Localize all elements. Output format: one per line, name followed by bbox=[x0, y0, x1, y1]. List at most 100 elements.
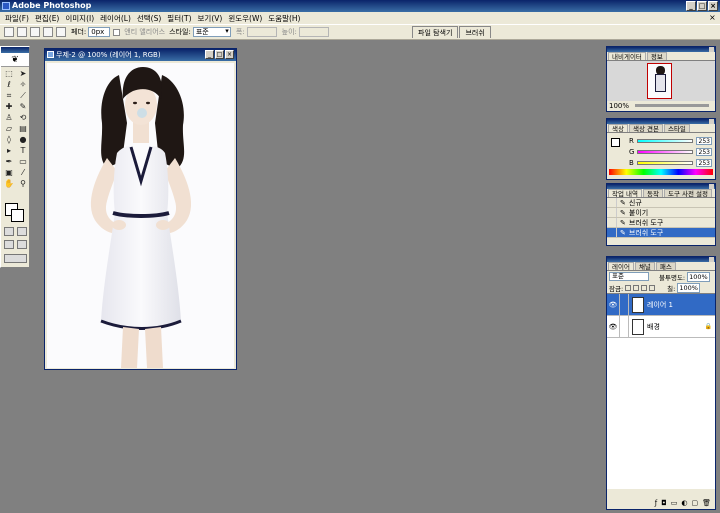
intersect-selection-icon[interactable] bbox=[56, 27, 66, 37]
marquee-tool-preset-icon[interactable] bbox=[4, 27, 14, 37]
hand-tool-icon[interactable]: ✋ bbox=[3, 179, 15, 189]
blur-tool-icon[interactable]: ◊ bbox=[3, 135, 15, 145]
layer-row[interactable]: 👁 배경 🔒 bbox=[607, 316, 715, 338]
channel-slider[interactable] bbox=[637, 149, 693, 154]
color-palette-title-bar[interactable] bbox=[607, 119, 715, 124]
document-maximize-button[interactable]: □ bbox=[215, 50, 224, 59]
tab-layer-tabs-2[interactable]: 패스 bbox=[655, 262, 676, 271]
slice-tool-icon[interactable]: ⟋ bbox=[17, 91, 29, 101]
new-selection-icon[interactable] bbox=[17, 27, 27, 37]
channel-slider[interactable] bbox=[637, 138, 693, 143]
tab-navigator[interactable]: 내비게이터 bbox=[608, 52, 646, 61]
standard-screen-mode-icon[interactable] bbox=[4, 240, 14, 249]
subtract-selection-icon[interactable] bbox=[43, 27, 53, 37]
notes-tool-icon[interactable]: ▣ bbox=[3, 168, 15, 178]
tab-layer-tabs-1[interactable]: 채널 bbox=[634, 262, 655, 271]
tab-history-tabs-2[interactable]: 도구 사전 설정 bbox=[663, 189, 712, 198]
channel-value-input[interactable]: 253 bbox=[696, 147, 712, 156]
layer-row[interactable]: 👁 레이어 1 bbox=[607, 294, 715, 316]
navigator-zoom-value[interactable]: 100% bbox=[609, 102, 629, 110]
close-button[interactable]: × bbox=[708, 1, 718, 11]
navigator-view-box[interactable] bbox=[647, 63, 672, 99]
layers-palette-title-bar[interactable] bbox=[607, 257, 715, 262]
healing-brush-tool-icon[interactable]: ✚ bbox=[3, 102, 15, 112]
type-tool-icon[interactable]: T bbox=[17, 146, 29, 156]
layer-mask-icon[interactable]: ◘ bbox=[661, 499, 667, 508]
opacity-input[interactable]: 100% bbox=[687, 271, 710, 282]
move-tool-icon[interactable]: ➤ bbox=[17, 69, 29, 79]
lasso-tool-icon[interactable]: ℓ bbox=[3, 80, 15, 90]
history-snapshot-box[interactable] bbox=[607, 228, 617, 237]
standard-mode-icon[interactable] bbox=[4, 227, 14, 236]
menu-item-1[interactable]: 편집(E) bbox=[32, 13, 62, 24]
quick-mask-mode-icon[interactable] bbox=[17, 227, 27, 236]
width-input[interactable] bbox=[246, 27, 277, 37]
tab-color-tabs-0[interactable]: 색상 bbox=[608, 124, 628, 133]
history-item[interactable]: ✎ 신규 bbox=[607, 198, 715, 208]
new-layer-icon[interactable]: ▢ bbox=[691, 499, 698, 508]
layer-link-brush-icon[interactable] bbox=[619, 316, 629, 337]
menu-item-0[interactable]: 파일(F) bbox=[2, 13, 32, 24]
channel-slider[interactable] bbox=[637, 160, 693, 165]
zoom-tool-icon[interactable]: ⚲ bbox=[17, 179, 29, 189]
menu-item-8[interactable]: 도움말(H) bbox=[265, 13, 303, 24]
color-spectrum-bar[interactable] bbox=[609, 169, 713, 175]
history-palette-title-bar[interactable] bbox=[607, 184, 715, 189]
fill-input[interactable]: 100% bbox=[677, 282, 700, 293]
maximize-button[interactable]: □ bbox=[697, 1, 707, 11]
lock-image-checkbox[interactable] bbox=[633, 284, 640, 291]
tab-layer-tabs-0[interactable]: 레이어 bbox=[608, 262, 634, 271]
history-snapshot-box[interactable] bbox=[607, 208, 617, 217]
document-close-button[interactable]: × bbox=[225, 50, 234, 59]
layer-set-icon[interactable]: ▭ bbox=[671, 499, 678, 508]
history-brush-tool-icon[interactable]: ⟲ bbox=[17, 113, 29, 123]
history-close-icon[interactable] bbox=[709, 184, 714, 189]
history-snapshot-box[interactable] bbox=[607, 218, 617, 227]
jump-to-imageready-icon[interactable] bbox=[4, 254, 27, 263]
eyedropper-tool-icon[interactable]: ⁄ bbox=[17, 168, 29, 178]
layer-visibility-eye-icon[interactable]: 👁 bbox=[607, 323, 619, 331]
height-input[interactable] bbox=[298, 27, 329, 37]
menu-item-7[interactable]: 윈도우(W) bbox=[225, 13, 265, 24]
eraser-tool-icon[interactable]: ▱ bbox=[3, 124, 15, 134]
antialias-checkbox[interactable] bbox=[113, 28, 121, 36]
full-screen-mode-icon[interactable] bbox=[17, 240, 27, 249]
background-color-swatch[interactable] bbox=[11, 209, 24, 222]
lock-transparency-checkbox[interactable] bbox=[625, 284, 632, 291]
palette-well-tab-1[interactable]: 브러쉬 bbox=[459, 26, 491, 38]
clone-stamp-tool-icon[interactable]: ♙ bbox=[3, 113, 15, 123]
image-canvas[interactable] bbox=[47, 63, 234, 368]
document-title-bar[interactable]: 무제-2 @ 100% (레이어 1, RGB) _ □ × bbox=[45, 49, 236, 61]
tab-color-tabs-2[interactable]: 스타일 bbox=[663, 124, 690, 133]
feather-input[interactable]: 0px bbox=[88, 27, 111, 37]
palette-well-tab-0[interactable]: 파일 탐색기 bbox=[412, 26, 459, 38]
pen-tool-icon[interactable]: ✒ bbox=[3, 157, 15, 167]
dodge-tool-icon[interactable]: ● bbox=[17, 135, 29, 145]
navigator-close-icon[interactable] bbox=[709, 47, 714, 52]
layer-link-brush-icon[interactable] bbox=[619, 294, 629, 315]
menu-item-6[interactable]: 보기(V) bbox=[195, 13, 226, 24]
history-item[interactable]: ✎ 붙이기 bbox=[607, 208, 715, 218]
blend-mode-select[interactable]: 표준 bbox=[609, 272, 649, 281]
tab-color-tabs-1[interactable]: 색상 견본 bbox=[628, 124, 663, 133]
feather-logo-icon[interactable]: ❦ bbox=[1, 53, 29, 67]
color-foreground-swatch[interactable] bbox=[611, 138, 620, 147]
shape-tool-icon[interactable]: ▭ bbox=[17, 157, 29, 167]
delete-layer-icon[interactable]: 🗑 bbox=[702, 499, 711, 508]
minimize-button[interactable]: _ bbox=[686, 1, 696, 11]
menu-item-4[interactable]: 선택(S) bbox=[134, 13, 164, 24]
crop-tool-icon[interactable]: ⌗ bbox=[3, 91, 15, 101]
menu-item-5[interactable]: 필터(T) bbox=[164, 13, 194, 24]
layers-close-icon[interactable] bbox=[709, 257, 714, 262]
adjustment-layer-icon[interactable]: ◐ bbox=[681, 499, 687, 508]
tab-info[interactable]: 정보 bbox=[646, 52, 667, 61]
color-close-icon[interactable] bbox=[709, 119, 714, 124]
magic-wand-tool-icon[interactable]: ✧ bbox=[17, 80, 29, 90]
channel-value-input[interactable]: 253 bbox=[696, 136, 712, 145]
menu-item-2[interactable]: 이미지(I) bbox=[62, 13, 97, 24]
document-close-icon[interactable]: × bbox=[706, 13, 716, 23]
navigator-zoom-slider[interactable] bbox=[635, 104, 709, 107]
history-item[interactable]: ✎ 브러쉬 도구 bbox=[607, 228, 715, 238]
menu-item-3[interactable]: 레이어(L) bbox=[97, 13, 134, 24]
path-selection-tool-icon[interactable]: ▸ bbox=[3, 146, 15, 156]
